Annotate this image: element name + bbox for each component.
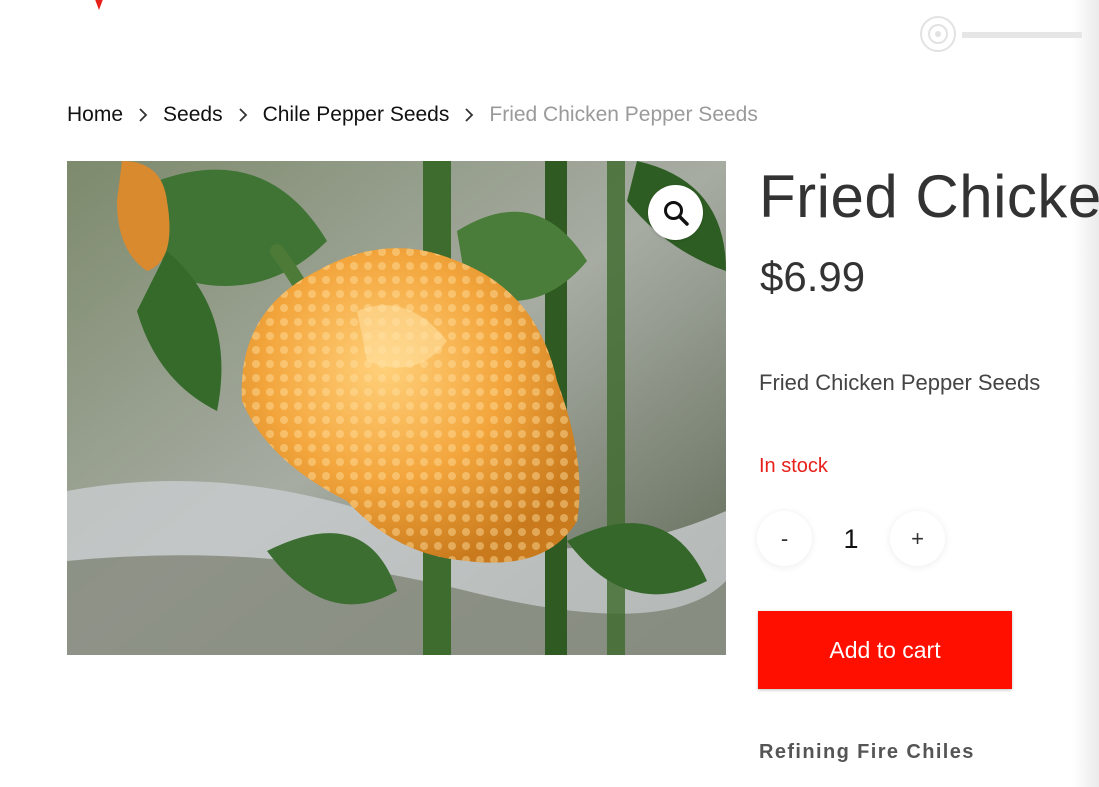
product-image[interactable] [67, 161, 726, 655]
chevron-right-icon [449, 108, 489, 122]
quantity-input[interactable] [820, 519, 882, 559]
add-to-cart-button[interactable]: Add to cart [758, 611, 1012, 689]
quantity-decrease-button[interactable]: - [757, 511, 812, 566]
product-price: $6.99 [760, 253, 866, 300]
breadcrumb-chile-pepper-seeds[interactable]: Chile Pepper Seeds [263, 103, 450, 127]
brand-name[interactable]: Refining Fire Chiles [759, 739, 975, 765]
breadcrumb-seeds[interactable]: Seeds [163, 103, 223, 127]
watermark-logo [920, 16, 1082, 52]
quantity-increase-button[interactable]: + [890, 511, 945, 566]
stock-status: In stock [759, 455, 828, 477]
breadcrumb-current: Fried Chicken Pepper Seeds [489, 103, 758, 126]
product-title: Fried Chicken [759, 163, 1099, 230]
chevron-right-icon [223, 108, 263, 122]
product-short-description: Fried Chicken Pepper Seeds [759, 370, 1041, 395]
breadcrumb: Home Seeds Chile Pepper Seeds Fried Chic… [67, 100, 758, 130]
zoom-button[interactable] [648, 185, 703, 240]
scroll-edge-shadow [1073, 0, 1099, 787]
breadcrumb-home[interactable]: Home [67, 103, 123, 127]
site-logo-wordmark [132, 0, 252, 2]
site-logo-icon[interactable] [91, 0, 107, 10]
magnifier-icon [663, 200, 689, 226]
chevron-right-icon [123, 108, 163, 122]
product-page: Home Seeds Chile Pepper Seeds Fried Chic… [0, 0, 1099, 787]
